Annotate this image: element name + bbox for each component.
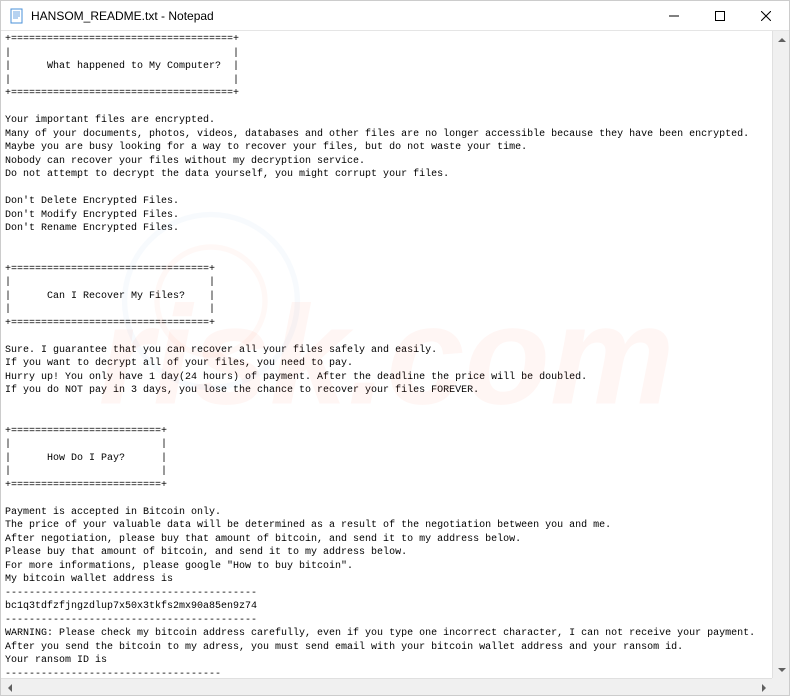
- scroll-up-arrow[interactable]: [773, 31, 789, 48]
- text-line: | What happened to My Computer? |: [5, 61, 239, 72]
- text-line: For more informations, please google "Ho…: [5, 561, 353, 572]
- text-line: After you send the bitcoin to my adress,…: [5, 642, 683, 653]
- text-line: Don't Modify Encrypted Files.: [5, 210, 179, 221]
- notepad-icon: [9, 8, 25, 24]
- text-line: Hurry up! You only have 1 day(24 hours) …: [5, 372, 587, 383]
- text-line: WARNING: Please check my bitcoin address…: [5, 628, 755, 639]
- chevron-down-icon: [778, 668, 786, 672]
- maximize-icon: [715, 11, 725, 21]
- text-line: Your important files are encrypted.: [5, 115, 215, 126]
- text-line: | |: [5, 75, 239, 86]
- text-line: | |: [5, 304, 215, 315]
- scroll-track[interactable]: [18, 679, 755, 695]
- close-icon: [761, 11, 771, 21]
- text-line: Your ransom ID is: [5, 655, 107, 666]
- text-line: +=========================+: [5, 480, 167, 491]
- text-line: Sure. I guarantee that you can recover a…: [5, 345, 437, 356]
- text-line: | |: [5, 439, 167, 450]
- text-line: +=================================+: [5, 318, 215, 329]
- bitcoin-address: bc1q3tdfzfjngzdlup7x50x3tkfs2mx90a85en9z…: [5, 601, 257, 612]
- close-button[interactable]: [743, 1, 789, 30]
- text-line: | |: [5, 277, 215, 288]
- text-line: My bitcoin wallet address is: [5, 574, 173, 585]
- text-line: Payment is accepted in Bitcoin only.: [5, 507, 221, 518]
- notepad-window: HANSOM_README.txt - Notepad risk.com+===…: [0, 0, 790, 696]
- text-line: If you do NOT pay in 3 days, you lose th…: [5, 385, 479, 396]
- text-line: +=================================+: [5, 264, 215, 275]
- text-line: ------------------------------------: [5, 669, 221, 679]
- chevron-left-icon: [8, 684, 12, 692]
- text-line: | |: [5, 48, 239, 59]
- text-line: Don't Rename Encrypted Files.: [5, 223, 179, 234]
- text-line: Don't Delete Encrypted Files.: [5, 196, 179, 207]
- text-line: Please buy that amount of bitcoin, and s…: [5, 547, 407, 558]
- horizontal-scrollbar[interactable]: [1, 678, 772, 695]
- text-line: | How Do I Pay? |: [5, 453, 167, 464]
- content-area: risk.com+===============================…: [1, 31, 789, 678]
- text-line: ----------------------------------------…: [5, 588, 257, 599]
- titlebar[interactable]: HANSOM_README.txt - Notepad: [1, 1, 789, 31]
- scroll-down-arrow[interactable]: [773, 661, 789, 678]
- minimize-button[interactable]: [651, 1, 697, 30]
- bottom-scroll-row: [1, 678, 789, 695]
- text-line: After negotiation, please buy that amoun…: [5, 534, 521, 545]
- scrollbar-corner: [772, 678, 789, 695]
- text-line: ----------------------------------------…: [5, 615, 257, 626]
- text-line: Do not attempt to decrypt the data yours…: [5, 169, 449, 180]
- text-line: | |: [5, 466, 167, 477]
- text-line: Nobody can recover your files without my…: [5, 156, 365, 167]
- text-line: +=========================+: [5, 426, 167, 437]
- scroll-right-arrow[interactable]: [755, 679, 772, 696]
- scroll-left-arrow[interactable]: [1, 679, 18, 696]
- text-editor[interactable]: risk.com+===============================…: [1, 31, 772, 678]
- text-line: Maybe you are busy looking for a way to …: [5, 142, 527, 153]
- chevron-right-icon: [762, 684, 766, 692]
- minimize-icon: [669, 11, 679, 21]
- maximize-button[interactable]: [697, 1, 743, 30]
- text-line: The price of your valuable data will be …: [5, 520, 611, 531]
- text-line: | Can I Recover My Files? |: [5, 291, 215, 302]
- text-line: If you want to decrypt all of your files…: [5, 358, 353, 369]
- text-line: +=====================================+: [5, 34, 239, 45]
- window-controls: [651, 1, 789, 30]
- text-line: Many of your documents, photos, videos, …: [5, 129, 749, 140]
- vertical-scrollbar[interactable]: [772, 31, 789, 678]
- text-line: +=====================================+: [5, 88, 239, 99]
- window-title: HANSOM_README.txt - Notepad: [31, 9, 651, 23]
- chevron-up-icon: [778, 38, 786, 42]
